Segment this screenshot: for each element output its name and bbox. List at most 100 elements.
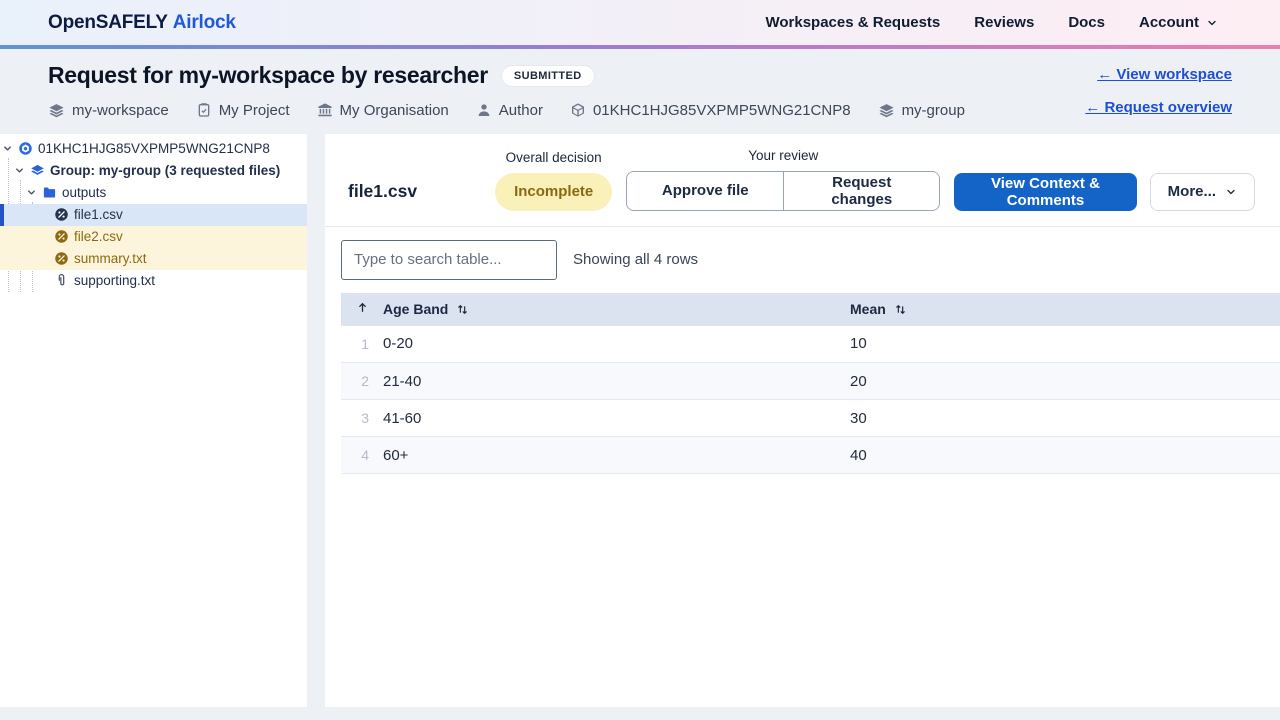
nav-item-account[interactable]: Account — [1139, 14, 1218, 31]
bank-icon — [317, 102, 333, 118]
meta-request-id: 01KHC1HJG85VXPMP5WNG21CNP8 — [570, 102, 851, 119]
cell-age-band: 60+ — [383, 436, 850, 475]
sorted-ascending-icon — [356, 301, 369, 314]
review-button-group: Approve file Request changes — [626, 170, 941, 211]
file-title: file1.csv — [348, 180, 418, 201]
tree-file-file1[interactable]: file1.csv — [0, 203, 307, 226]
tree-file-label: summary.txt — [74, 251, 147, 267]
search-input[interactable] — [341, 239, 557, 280]
row-number: 4 — [341, 436, 383, 475]
paperclip-icon — [54, 273, 69, 288]
file-review-panel: file1.csv Overall decision Incomplete Yo… — [325, 133, 1280, 707]
row-number: 2 — [341, 362, 383, 401]
overall-decision-label: Overall decision — [505, 149, 602, 165]
csv-file-icon — [54, 229, 69, 244]
meta-organisation-label: My Organisation — [339, 101, 449, 119]
your-review-block: Your review Approve file Request changes — [626, 147, 941, 211]
tree-file-label: file2.csv — [74, 229, 123, 245]
cell-age-band: 41-60 — [383, 399, 850, 438]
meta-project-label: My Project — [218, 101, 290, 119]
txt-file-icon — [54, 251, 69, 266]
nav-links: Workspaces & Requests Reviews Docs Accou… — [765, 14, 1218, 31]
csv-file-icon — [54, 207, 69, 222]
tree-node-outputs[interactable]: outputs — [0, 182, 307, 204]
decision-badge: Incomplete — [495, 172, 613, 211]
nav-item-reviews[interactable]: Reviews — [974, 14, 1034, 31]
table-header-row: Age Band Mean — [341, 292, 1280, 326]
app-logo[interactable]: OpenSAFELY Airlock — [48, 12, 236, 34]
your-review-label: Your review — [748, 147, 819, 163]
user-icon — [476, 102, 492, 118]
sort-icon — [456, 303, 469, 316]
row-number-column-header[interactable] — [341, 292, 383, 326]
cell-mean: 30 — [850, 399, 1280, 438]
row-number: 1 — [341, 325, 383, 364]
tree-file-summary[interactable]: summary.txt — [0, 247, 307, 270]
request-root-icon — [18, 141, 33, 156]
chevron-down-icon — [1225, 186, 1237, 198]
tree-node-label: 01KHC1HJG85VXPMP5WNG21CNP8 — [38, 141, 270, 157]
cell-age-band: 0-20 — [383, 325, 850, 364]
meta-project: My Project — [196, 102, 290, 119]
file-tree-sidebar: 01KHC1HJG85VXPMP5WNG21CNP8 Group: my-gro… — [0, 133, 307, 707]
tree-node-label: outputs — [62, 185, 107, 201]
row-count-status: Showing all 4 rows — [573, 251, 699, 269]
nav-item-workspaces[interactable]: Workspaces & Requests — [765, 14, 940, 31]
page-header: Request for my-workspace by researcher S… — [0, 49, 1280, 134]
status-badge: SUBMITTED — [500, 64, 595, 87]
meta-organisation: My Organisation — [317, 102, 449, 119]
table-row: 4 60+ 40 — [341, 436, 1280, 475]
request-meta: my-workspace My Project My Organisation … — [48, 102, 965, 119]
logo-secondary: Airlock — [172, 11, 236, 33]
request-overview-link[interactable]: ← Request overview — [1085, 99, 1232, 116]
approve-file-button[interactable]: Approve file — [627, 171, 784, 210]
more-button[interactable]: More... — [1149, 172, 1255, 211]
meta-group: my-group — [878, 102, 965, 119]
chevron-down-icon[interactable] — [14, 165, 25, 176]
tree-file-label: supporting.txt — [74, 273, 156, 289]
tree-node-request[interactable]: 01KHC1HJG85VXPMP5WNG21CNP8 — [0, 138, 307, 160]
top-nav: OpenSAFELY Airlock Workspaces & Requests … — [0, 0, 1280, 45]
logo-primary: OpenSAFELY — [48, 11, 168, 33]
tree-file-supporting[interactable]: supporting.txt — [0, 270, 307, 292]
nav-item-docs[interactable]: Docs — [1068, 14, 1105, 31]
meta-author: Author — [476, 102, 543, 119]
chevron-down-icon[interactable] — [26, 187, 37, 198]
meta-author-label: Author — [498, 101, 543, 119]
account-label: Account — [1139, 14, 1199, 31]
more-label: More... — [1167, 183, 1216, 201]
request-changes-button[interactable]: Request changes — [783, 171, 940, 210]
table-row: 2 21-40 20 — [341, 362, 1280, 401]
meta-workspace: my-workspace — [48, 102, 169, 119]
meta-request-id-label: 01KHC1HJG85VXPMP5WNG21CNP8 — [592, 101, 851, 119]
view-workspace-link[interactable]: ← View workspace — [1097, 66, 1232, 83]
row-number: 3 — [341, 399, 383, 438]
page-title: Request for my-workspace by researcher — [48, 62, 488, 88]
cube-icon — [570, 102, 586, 118]
folder-icon — [42, 185, 57, 200]
tree-node-group[interactable]: Group: my-group (3 requested files) — [0, 160, 307, 182]
layers-icon — [878, 102, 895, 119]
overall-decision-block: Overall decision Incomplete — [495, 149, 613, 211]
chevron-down-icon[interactable] — [2, 143, 13, 154]
data-table-area: Age Band Mean 1 0-20 10 2 21-40 20 3 41-… — [325, 292, 1280, 475]
view-context-comments-button[interactable]: View Context & Comments — [954, 172, 1137, 211]
table-row: 1 0-20 10 — [341, 325, 1280, 364]
cell-mean: 10 — [850, 325, 1280, 364]
layers-icon — [30, 163, 45, 178]
cell-age-band: 21-40 — [383, 362, 850, 401]
clipboard-icon — [196, 102, 212, 118]
chevron-down-icon — [1206, 17, 1218, 29]
column-label: Age Band — [383, 301, 449, 318]
file-header: file1.csv Overall decision Incomplete Yo… — [325, 134, 1280, 227]
cell-mean: 40 — [850, 436, 1280, 475]
column-header-mean[interactable]: Mean — [850, 292, 1280, 326]
layers-icon — [48, 102, 65, 119]
cell-mean: 20 — [850, 362, 1280, 401]
sort-icon — [894, 303, 907, 316]
column-label: Mean — [850, 301, 886, 318]
tree-file-file2[interactable]: file2.csv — [0, 225, 307, 248]
column-header-age-band[interactable]: Age Band — [383, 292, 850, 326]
meta-workspace-label: my-workspace — [72, 101, 169, 119]
table-toolbar: Showing all 4 rows — [325, 227, 1280, 293]
